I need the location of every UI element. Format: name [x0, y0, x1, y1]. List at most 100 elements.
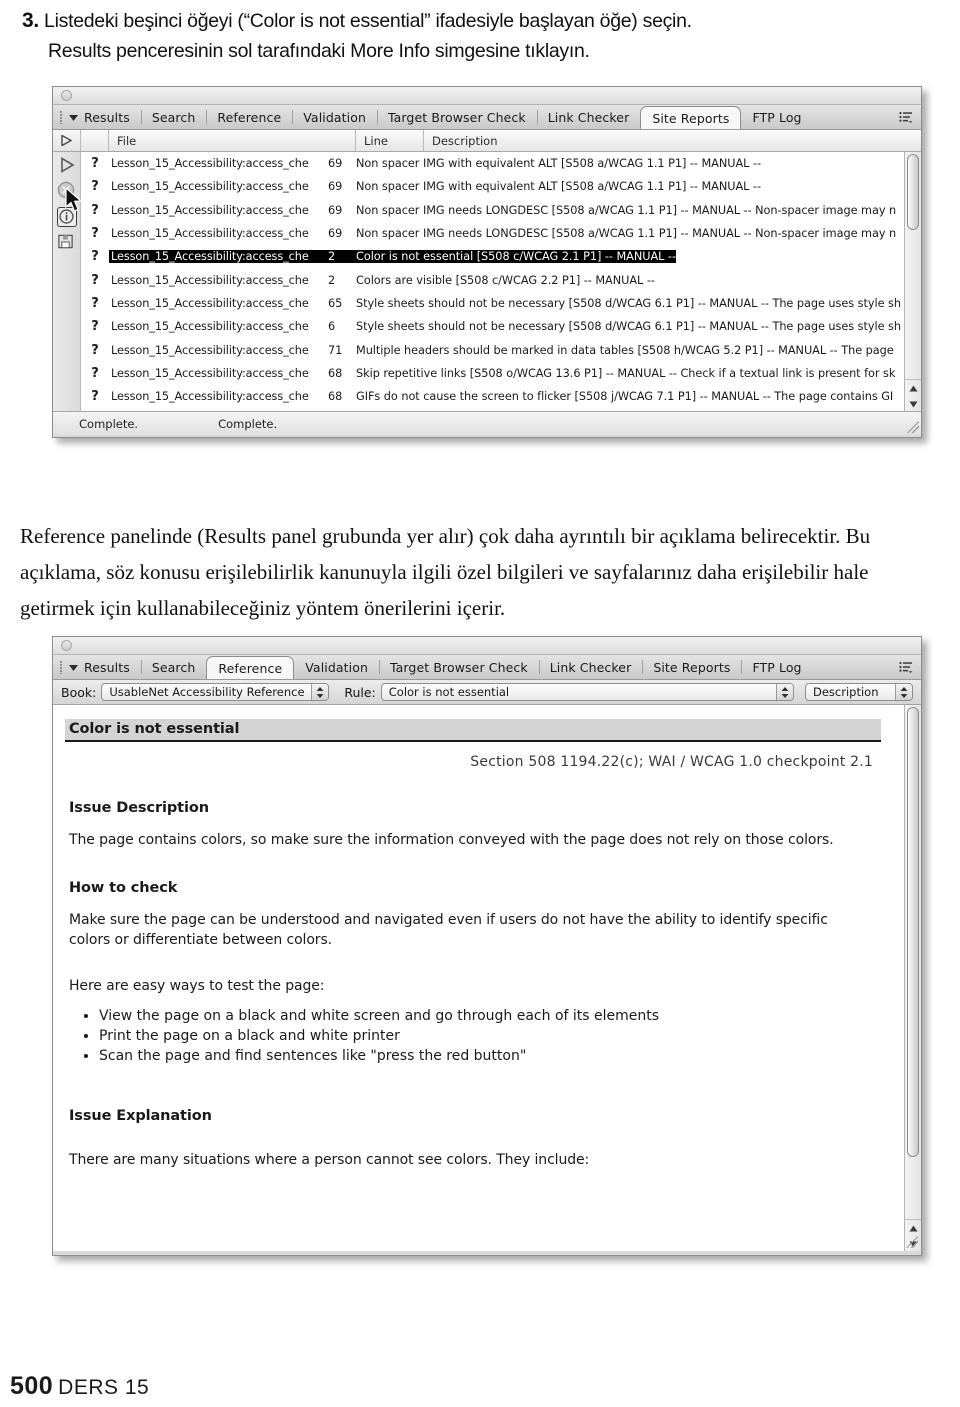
tab-results[interactable]: Results — [82, 105, 141, 129]
instruction-line-2: Results penceresinin sol tarafındaki Mor… — [48, 40, 590, 62]
tab-target-browser-check[interactable]: Target Browser Check — [378, 655, 539, 679]
tab-link-checker[interactable]: Link Checker — [536, 105, 641, 129]
scroll-up-icon[interactable] — [905, 1220, 921, 1236]
panel-title-strip — [53, 637, 921, 655]
collapse-dimple-icon[interactable] — [61, 640, 72, 651]
row-file: Lesson_15_Accessibility:access_che — [111, 390, 309, 404]
panel-options-menu-icon[interactable] — [899, 655, 921, 679]
row-status-icon: ? — [91, 226, 99, 242]
row-file: Lesson_15_Accessibility:access_che — [111, 320, 309, 334]
reference-panel-screenshot: Results Search Reference Validation Targ… — [52, 636, 922, 1256]
table-row[interactable]: ? Lesson_15_Accessibility:access_che 69 … — [81, 152, 904, 175]
table-row[interactable]: ? Lesson_15_Accessibility:access_che 69 … — [81, 222, 904, 245]
resize-handle[interactable] — [907, 421, 919, 433]
results-vertical-scrollbar[interactable] — [904, 152, 921, 411]
tab-target-browser-check[interactable]: Target Browser Check — [376, 105, 537, 129]
tab-search[interactable]: Search — [140, 655, 207, 679]
tab-search[interactable]: Search — [140, 105, 207, 129]
scroll-down-icon[interactable] — [905, 396, 921, 411]
tab-site-reports[interactable]: Site Reports — [640, 106, 742, 129]
row-status-icon: ? — [91, 295, 99, 311]
collapse-dimple-icon[interactable] — [61, 90, 72, 101]
more-info-icon[interactable] — [56, 207, 77, 227]
row-line: 6 — [328, 320, 336, 334]
row-description: Skip repetitive links [S508 o/WCAG 13.6 … — [356, 366, 896, 380]
view-select-stepper-icon[interactable] — [895, 684, 912, 700]
table-row-selected[interactable]: ? Lesson_15_Accessibility:access_che 2 C… — [81, 245, 904, 268]
row-file: Lesson_15_Accessibility:access_che — [111, 180, 309, 194]
row-line: 69 — [328, 227, 343, 241]
table-row[interactable]: ? Lesson_15_Accessibility:access_che 68 … — [81, 385, 904, 408]
stop-icon[interactable] — [57, 181, 77, 201]
panel-grip-icon[interactable] — [56, 655, 67, 679]
page-number: 500 — [10, 1372, 54, 1400]
panel-options-menu-icon[interactable] — [899, 105, 921, 129]
row-line: 2 — [328, 250, 356, 264]
table-row[interactable]: ? Lesson_15_Accessibility:access_che 2 C… — [81, 268, 904, 291]
table-row[interactable]: ? Lesson_15_Accessibility:access_che 68 … — [81, 362, 904, 385]
panel-title-strip — [53, 87, 921, 105]
results-list[interactable]: ? Lesson_15_Accessibility:access_che 69 … — [81, 152, 921, 411]
save-report-icon[interactable] — [57, 233, 77, 253]
list-item: Scan the page and find sentences like "p… — [99, 1046, 881, 1066]
row-status-icon: ? — [91, 389, 99, 405]
section-lead-how-to-check: Here are easy ways to test the page: — [69, 978, 325, 994]
tab-results[interactable]: Results — [82, 655, 141, 679]
row-status-icon: ? — [91, 342, 99, 358]
reference-content[interactable]: Color is not essential Section 508 1194.… — [53, 705, 921, 1251]
rule-select[interactable]: Color is not essential — [380, 683, 794, 701]
results-panel-screenshot: Results Search Reference Validation Targ… — [52, 86, 922, 438]
tab-ftp-log[interactable]: FTP Log — [741, 105, 812, 129]
row-line: 68 — [328, 366, 343, 380]
results-column-header: File Line Description — [53, 130, 921, 152]
results-status-bar: Complete. Complete. — [53, 411, 921, 435]
row-description: Non spacer IMG needs LONGDESC [S508 a/WC… — [356, 203, 897, 217]
rule-select-value: Color is not essential — [388, 685, 510, 699]
table-row[interactable]: ? Lesson_15_Accessibility:access_che 65 … — [81, 292, 904, 315]
scroll-up-icon[interactable] — [905, 380, 921, 396]
table-row[interactable]: ? Lesson_15_Accessibility:access_che 69 … — [81, 175, 904, 198]
view-select-value: Description — [813, 685, 879, 699]
scrollbar-arrows[interactable] — [905, 379, 921, 411]
tab-link-checker[interactable]: Link Checker — [538, 655, 643, 679]
row-line: 69 — [328, 203, 343, 217]
column-header-line[interactable]: Line — [356, 130, 424, 151]
rule-select-stepper-icon[interactable] — [776, 684, 793, 700]
book-select[interactable]: UsableNet Accessibility Reference — [101, 683, 330, 701]
tab-site-reports[interactable]: Site Reports — [642, 655, 741, 679]
tab-reference[interactable]: Reference — [206, 656, 295, 679]
book-select-stepper-icon[interactable] — [311, 684, 329, 700]
table-row[interactable]: ? Lesson_15_Accessibility:access_che 71 … — [81, 338, 904, 361]
scrollbar-thumb[interactable] — [907, 154, 919, 230]
run-report-button[interactable] — [53, 130, 81, 151]
body-paragraph-text: Reference panelinde (Results panel grubu… — [20, 524, 871, 620]
play-icon[interactable] — [57, 155, 77, 175]
tab-validation[interactable]: Validation — [294, 655, 379, 679]
table-row[interactable]: ? Lesson_15_Accessibility:access_che 6 S… — [81, 315, 904, 338]
resize-handle[interactable] — [906, 1236, 918, 1248]
column-header-file[interactable]: File — [109, 130, 356, 151]
table-row[interactable]: ? Lesson_15_Accessibility:access_che 69 … — [81, 199, 904, 222]
row-file: Lesson_15_Accessibility:access_che — [109, 250, 328, 264]
row-line: 69 — [328, 180, 343, 194]
column-header-description[interactable]: Description — [424, 130, 921, 151]
disclosure-triangle-icon[interactable] — [67, 105, 82, 129]
panel-grip-icon[interactable] — [56, 105, 67, 129]
reference-content-pad: Color is not essential Section 508 1194.… — [53, 705, 921, 1170]
row-description: Non spacer IMG with equivalent ALT [S508… — [356, 180, 761, 194]
section-body-issue-description: The page contains colors, so make sure t… — [69, 832, 834, 848]
scrollbar-thumb[interactable] — [907, 707, 919, 1157]
row-status-icon: ? — [91, 319, 99, 335]
row-file: Lesson_15_Accessibility:access_che — [111, 227, 309, 241]
tab-reference[interactable]: Reference — [206, 105, 292, 129]
disclosure-triangle-icon[interactable] — [67, 655, 82, 679]
column-status[interactable] — [81, 130, 109, 151]
status-text-left: Complete. — [79, 416, 139, 431]
tab-ftp-log[interactable]: FTP Log — [741, 655, 812, 679]
view-select[interactable]: Description — [805, 683, 913, 701]
tab-validation[interactable]: Validation — [292, 105, 377, 129]
reference-vertical-scrollbar[interactable] — [904, 705, 921, 1251]
row-file: Lesson_15_Accessibility:access_che — [111, 296, 309, 310]
body-paragraph: Reference panelinde (Results panel grubu… — [0, 496, 940, 626]
row-file: Lesson_15_Accessibility:access_che — [111, 273, 309, 287]
